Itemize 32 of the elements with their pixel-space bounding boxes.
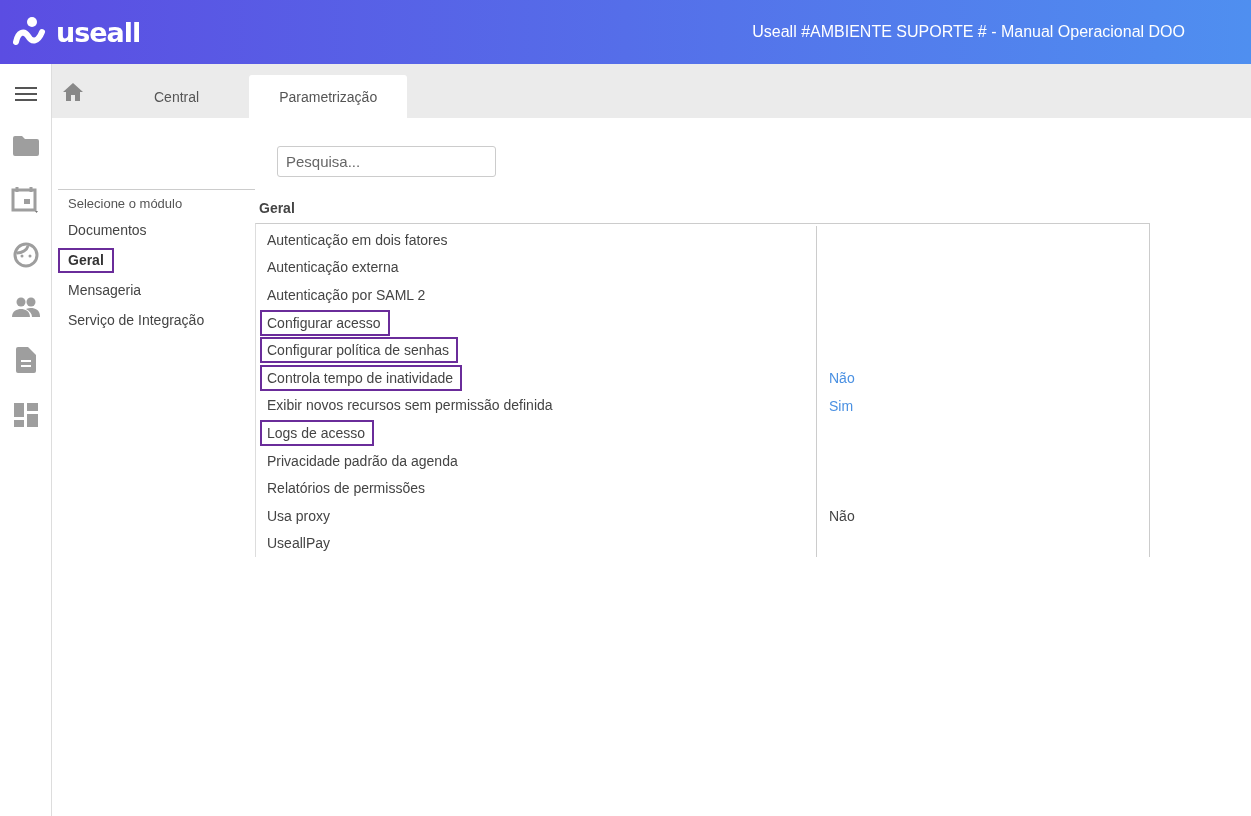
search-field[interactable]: Pesquisa... — [277, 146, 496, 177]
folder-icon[interactable] — [11, 134, 40, 158]
calendar-icon[interactable] — [10, 186, 41, 214]
section-title: Geral — [259, 199, 295, 217]
face-icon[interactable] — [12, 242, 39, 268]
logo-wordmark: useall — [56, 16, 141, 48]
logo-icon — [12, 16, 48, 48]
module-item[interactable]: Geral — [58, 248, 114, 273]
module-item[interactable]: Documentos — [58, 218, 157, 243]
setting-name[interactable]: Autenticação externa — [260, 254, 408, 281]
setting-name[interactable]: Autenticação em dois fatores — [260, 226, 457, 253]
dashboard-icon[interactable] — [12, 402, 39, 428]
module-item[interactable]: Mensageria — [58, 278, 152, 303]
app-title: Useall #AMBIENTE SUPORTE # - Manual Operacional DOO — [752, 23, 1185, 41]
home-icon[interactable] — [62, 82, 84, 102]
tab[interactable]: Parametrização — [249, 75, 408, 118]
module-heading: Selecione o módulo — [67, 195, 184, 213]
setting-name[interactable]: Configurar acesso — [260, 309, 390, 336]
document-icon[interactable] — [14, 346, 37, 374]
people-icon[interactable] — [10, 296, 41, 318]
tab[interactable]: Central — [104, 75, 250, 118]
setting-name[interactable]: Controla tempo de inatividade — [260, 364, 462, 391]
setting-name[interactable]: UseallPay — [260, 530, 340, 557]
setting-name[interactable]: Configurar política de senhas — [260, 337, 459, 364]
setting-name[interactable]: Usa proxy — [260, 502, 340, 529]
setting-name[interactable]: Exibir novos recursos sem permissão definida — [260, 392, 562, 419]
setting-name[interactable]: Relatórios de permissões — [260, 475, 434, 502]
setting-value: Não — [829, 508, 855, 525]
setting-name[interactable]: Logs de acesso — [260, 419, 375, 446]
setting-name[interactable]: Autenticação por SAML 2 — [260, 282, 435, 308]
module-item[interactable]: Serviço de Integração — [58, 308, 215, 333]
setting-name[interactable]: Privacidade padrão da agenda — [260, 447, 467, 474]
